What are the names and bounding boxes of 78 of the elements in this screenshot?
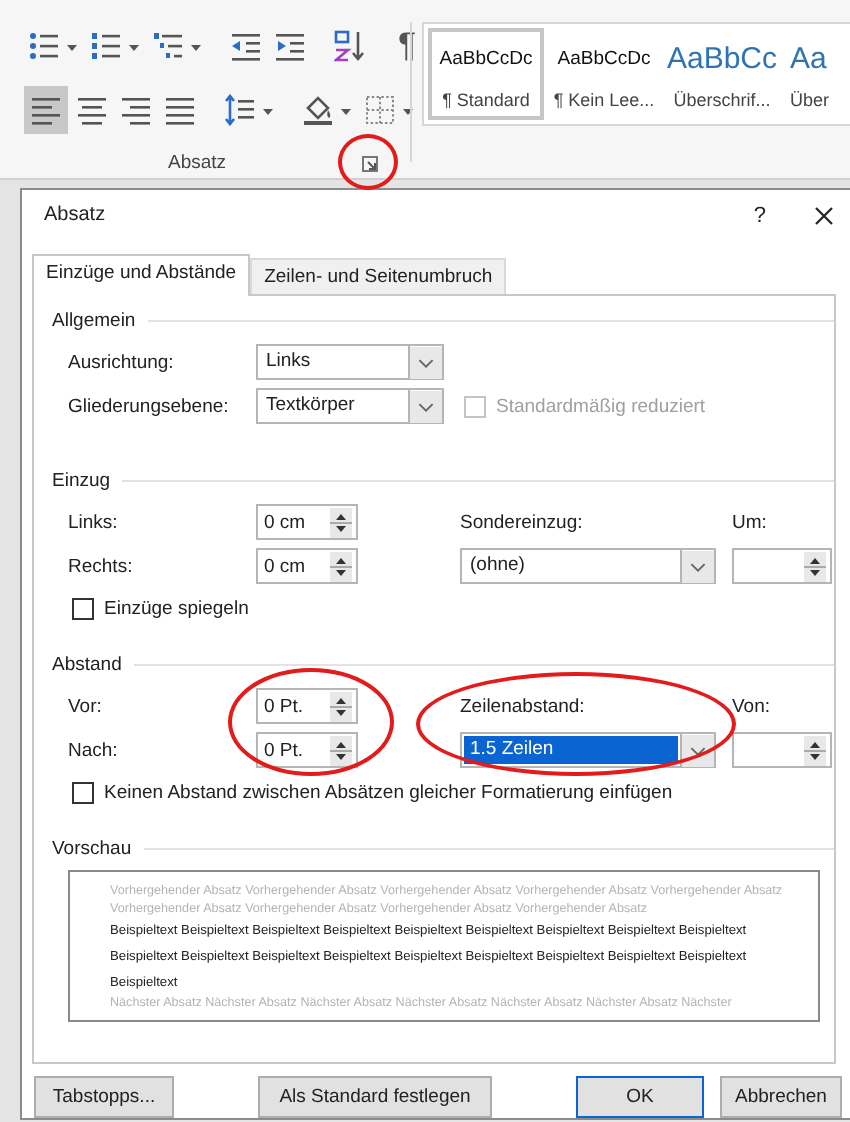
align-center-icon <box>76 94 108 126</box>
borders-icon <box>364 94 396 126</box>
tab[interactable]: Einzüge und Abstände <box>32 253 251 297</box>
field-label: Sondereinzug: <box>460 509 585 538</box>
spin-field[interactable]: 0 Pt. <box>256 688 358 725</box>
paint-bucket-icon <box>302 94 334 126</box>
checkbox[interactable] <box>72 782 94 805</box>
caret-icon <box>262 106 274 118</box>
align-left-icon <box>30 94 62 126</box>
spinner-icon[interactable] <box>804 735 826 766</box>
field-label: Um: <box>732 509 769 538</box>
group-label: Absatz <box>168 152 227 174</box>
multilevel-list-icon <box>152 30 184 62</box>
style-sample: AaBbCcDc <box>557 46 651 74</box>
caret-icon <box>408 345 442 380</box>
field-label: Ausrichtung: <box>68 349 176 378</box>
spin-field[interactable]: 0 cm <box>256 548 358 585</box>
style-sample: AaBbCcDc <box>439 46 533 74</box>
spin-field[interactable]: 0 Pt. <box>256 732 358 769</box>
caret-icon <box>66 42 78 54</box>
tab[interactable]: Zeilen- und Seitenumbruch <box>250 257 507 295</box>
decrease-indent-icon <box>230 30 262 62</box>
caret-icon <box>680 549 714 584</box>
dropdown[interactable]: 1.5 Zeilen <box>460 732 716 769</box>
dropdown[interactable]: Links <box>256 344 444 381</box>
section-title: Einzug <box>52 469 111 492</box>
style-name: ¶ Kein Lee... <box>553 90 655 110</box>
spinner-icon[interactable] <box>330 691 352 722</box>
spin-field[interactable] <box>732 548 832 585</box>
field-label: Gliederungsebene: <box>68 393 231 422</box>
field-label: Von: <box>732 693 773 722</box>
field-label: Zeilenabstand: <box>460 693 587 722</box>
close-icon[interactable] <box>814 205 834 226</box>
numbered-list-icon <box>90 30 122 62</box>
dialog-button[interactable]: Als Standard festlegen <box>258 1076 492 1118</box>
section-title: Abstand <box>52 653 122 676</box>
field-label: Rechts: <box>68 553 135 582</box>
caret-icon <box>128 42 140 54</box>
bullet-list-icon <box>28 30 60 62</box>
help-button[interactable]: ? <box>753 203 766 228</box>
dialog-button[interactable]: Tabstopps... <box>34 1076 174 1118</box>
spin-field[interactable]: 0 cm <box>256 504 358 541</box>
line-spacing-icon <box>224 94 256 126</box>
style-name: Über <box>790 90 830 110</box>
caret-icon <box>340 106 352 118</box>
field-label: Links: <box>68 509 120 538</box>
style-name: ¶ Standard <box>442 90 530 110</box>
style-name: Überschrif... <box>673 90 771 110</box>
checkbox[interactable] <box>72 598 94 621</box>
dropdown[interactable]: (ohne) <box>460 548 716 585</box>
style-sample: Aa <box>790 42 827 78</box>
spinner-icon[interactable] <box>330 735 352 766</box>
style-sample: AaBbCc <box>666 42 778 78</box>
justify-icon <box>164 94 196 126</box>
spinner-icon[interactable] <box>804 551 826 582</box>
section-title: Vorschau <box>52 837 132 860</box>
caret-icon <box>408 389 442 424</box>
checkbox-label: Keinen Abstand zwischen Absätzen gleicher Formatierung einfügen <box>104 782 673 805</box>
dialog-button[interactable]: Abbrechen <box>720 1076 842 1118</box>
spinner-icon[interactable] <box>330 551 352 582</box>
section-title: Allgemein <box>52 309 136 332</box>
align-left-button[interactable] <box>24 86 68 134</box>
caret-icon <box>680 733 714 768</box>
align-right-icon <box>120 94 152 126</box>
checkbox-label: Standardmäßig reduziert <box>496 395 706 418</box>
spin-field[interactable] <box>732 732 832 769</box>
sort-icon <box>334 30 366 62</box>
dialog-title: Absatz <box>44 204 108 227</box>
style-tile[interactable]: AaBbCcDc ¶ Standard <box>428 28 544 120</box>
caret-icon <box>190 42 202 54</box>
spinner-icon[interactable] <box>330 507 352 538</box>
checkbox-label: Einzüge spiegeln <box>104 598 249 621</box>
increase-indent-icon <box>274 30 306 62</box>
dialog-button[interactable]: OK <box>576 1076 704 1118</box>
dropdown[interactable]: Textkörper <box>256 388 444 425</box>
field-label: Nach: <box>68 737 120 766</box>
dialog-launcher-icon[interactable] <box>362 155 379 171</box>
field-label: Vor: <box>68 693 104 722</box>
